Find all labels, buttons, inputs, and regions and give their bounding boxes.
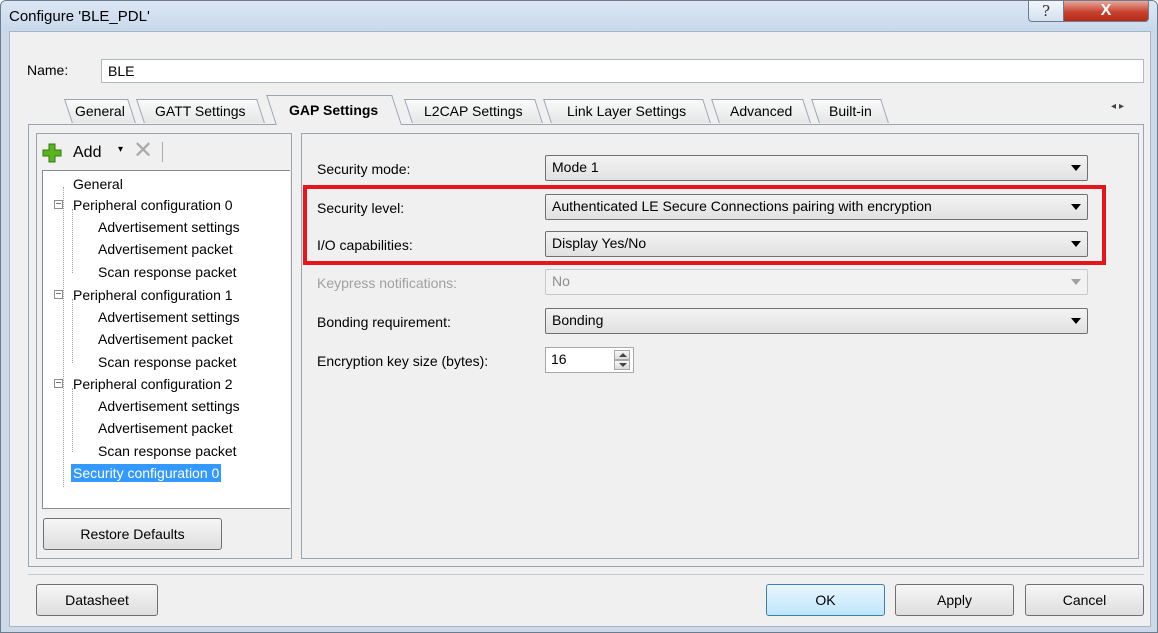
spin-buttons (614, 350, 630, 370)
keypress-notifications-label: Keypress notifications: (317, 275, 458, 291)
ok-button[interactable]: OK (766, 584, 885, 616)
tree-connector (63, 187, 64, 487)
toolbar-separator (162, 142, 163, 162)
tree-item-peripheral-configuration-0[interactable]: Peripheral configuration 0 (73, 196, 233, 214)
collapse-icon[interactable]: − (54, 379, 63, 389)
footer-divider (28, 574, 1144, 575)
tree-item-peripheral-configuration-2[interactable]: Peripheral configuration 2 (73, 375, 233, 393)
add-plus-icon[interactable] (41, 142, 63, 164)
tree-item-scan-response-packet[interactable]: Scan response packet (98, 263, 237, 281)
apply-button[interactable]: Apply (895, 584, 1014, 616)
tree-item-scan-response-packet[interactable]: Scan response packet (98, 442, 237, 460)
tab-strip: General GATT Settings GAP Settings L2CAP… (0, 95, 1158, 125)
add-button[interactable]: Add (73, 144, 101, 162)
tree-item-advertisement-settings[interactable]: Advertisement settings (98, 397, 240, 415)
help-button[interactable]: ? (1028, 1, 1063, 22)
tab-built-in[interactable]: Built-in (811, 99, 889, 123)
security-mode-label: Security mode: (317, 161, 411, 177)
title-bar[interactable]: Configure 'BLE_PDL' ? X (1, 1, 1157, 31)
tab-scroll-left-icon[interactable]: ◂ (1111, 101, 1119, 112)
tab-advanced[interactable]: Advanced (711, 99, 811, 123)
tab-l2cap-settings[interactable]: L2CAP Settings (404, 99, 543, 123)
name-label: Name: (27, 62, 69, 78)
highlight-box (303, 185, 1106, 265)
keypress-notifications-dropdown: No (545, 269, 1088, 295)
tree-item-advertisement-settings[interactable]: Advertisement settings (98, 308, 240, 326)
tab-link-layer-settings[interactable]: Link Layer Settings (543, 99, 711, 123)
tree-item-security-configuration-0[interactable]: Security configuration 0 (71, 464, 222, 482)
encryption-key-size-value[interactable]: 16 (551, 351, 567, 367)
close-icon: X (1100, 2, 1112, 19)
bonding-requirement-dropdown[interactable]: Bonding (545, 308, 1088, 334)
security-mode-dropdown[interactable]: Mode 1 (545, 155, 1088, 181)
restore-defaults-button[interactable]: Restore Defaults (43, 518, 222, 550)
tab-scroll-arrows: ◂▸ (1111, 101, 1127, 112)
tree-connector (72, 299, 73, 363)
collapse-icon[interactable]: − (54, 290, 63, 300)
add-dropdown-icon[interactable]: ▾ (118, 144, 123, 155)
bonding-requirement-label: Bonding requirement: (317, 314, 451, 330)
cancel-button[interactable]: Cancel (1025, 584, 1144, 616)
tree-item-advertisement-packet[interactable]: Advertisement packet (98, 240, 233, 258)
security-mode-value: Mode 1 (552, 159, 599, 175)
tree-connector (72, 388, 73, 452)
delete-icon[interactable]: ✕ (133, 139, 153, 163)
help-icon: ? (1041, 2, 1051, 20)
tab-general[interactable]: General (64, 99, 136, 123)
tree-item-peripheral-configuration-1[interactable]: Peripheral configuration 1 (73, 286, 233, 304)
chevron-down-icon (1071, 318, 1081, 324)
tree-item-scan-response-packet[interactable]: Scan response packet (98, 353, 237, 371)
datasheet-button[interactable]: Datasheet (36, 584, 158, 616)
tree-item-advertisement-settings[interactable]: Advertisement settings (98, 218, 240, 236)
spin-down-icon[interactable] (614, 360, 630, 370)
tree-item-general[interactable]: General (73, 175, 123, 193)
configuration-tree[interactable]: General − Peripheral configuration 0 Adv… (42, 170, 290, 509)
chevron-down-icon (1071, 279, 1081, 285)
spin-up-icon[interactable] (614, 350, 630, 360)
close-button[interactable]: X (1063, 1, 1149, 22)
tree-item-advertisement-packet[interactable]: Advertisement packet (98, 419, 233, 437)
name-input[interactable] (101, 59, 1144, 83)
encryption-key-size-stepper[interactable]: 16 (545, 347, 634, 373)
bonding-requirement-value: Bonding (552, 312, 604, 328)
encryption-key-size-label: Encryption key size (bytes): (317, 353, 489, 369)
window-title: Configure 'BLE_PDL' (9, 8, 150, 25)
tab-gap-settings[interactable]: GAP Settings (266, 95, 402, 125)
tree-connector (72, 209, 73, 273)
keypress-notifications-value: No (552, 273, 570, 289)
tree-item-advertisement-packet[interactable]: Advertisement packet (98, 330, 233, 348)
tab-gatt-settings[interactable]: GATT Settings (136, 99, 265, 123)
tab-scroll-right-icon[interactable]: ▸ (1119, 101, 1127, 112)
collapse-icon[interactable]: − (54, 200, 63, 210)
chevron-down-icon (1071, 165, 1081, 171)
